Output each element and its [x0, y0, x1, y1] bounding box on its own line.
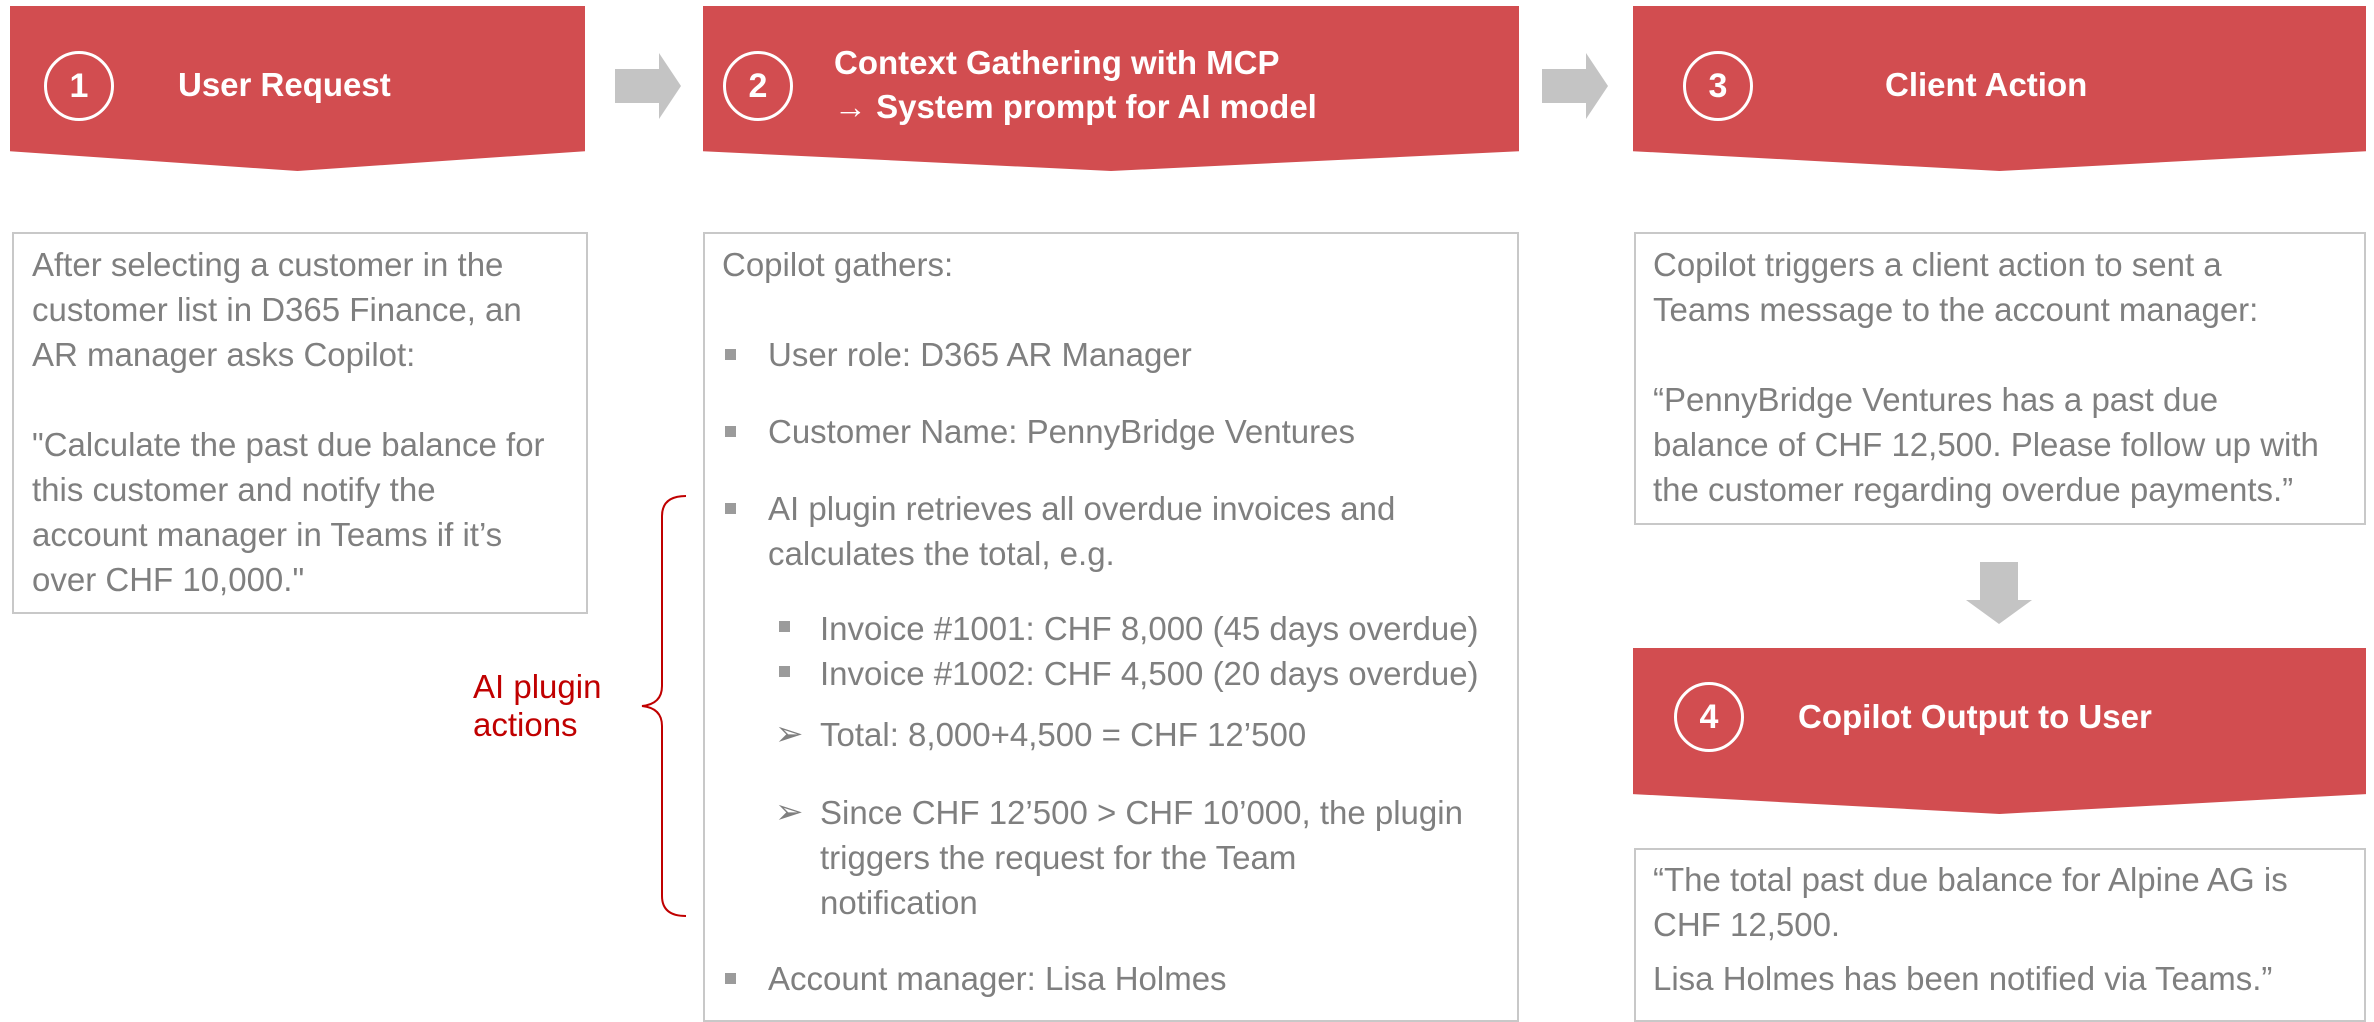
step-1-line: account manager in Teams if it’s [32, 516, 503, 553]
step-4-line: Lisa Holmes has been notified via Teams.… [1653, 960, 2273, 997]
step-2-intro: Copilot gathers: [722, 246, 954, 283]
bullet-icon [779, 621, 790, 632]
step-3-title: Client Action [1885, 66, 2088, 103]
bullet-icon [779, 666, 790, 677]
step-1-line: this customer and notify the [32, 471, 436, 508]
step-3-line: the customer regarding overdue payments.… [1653, 471, 2294, 508]
arrow-bullet-icon: ➢ [775, 793, 804, 831]
bullet-icon [725, 426, 736, 437]
step-1-line: After selecting a customer in the [32, 246, 504, 283]
step-2-arrow-item: Since CHF 12’500 > CHF 10’000, the plugi… [820, 794, 1463, 831]
step-2-title-line1: Context Gathering with MCP [834, 44, 1280, 81]
bullet-icon [725, 973, 736, 984]
step-2-bullet-cont: calculates the total, e.g. [768, 535, 1115, 572]
step-2-arrow-item-cont: notification [820, 884, 978, 921]
bullet-icon [725, 503, 736, 514]
step-1-line: customer list in D365 Finance, an [32, 291, 522, 328]
step-2-banner: 2 Context Gathering with MCP → System pr… [703, 6, 1519, 171]
step-4-number: 4 [1674, 682, 1744, 752]
ai-plugin-actions-label-line2: actions [473, 706, 578, 743]
flow-arrow-1-2 [615, 53, 681, 119]
step-1-number: 1 [44, 51, 114, 121]
step-4-title: Copilot Output to User [1798, 698, 2152, 735]
step-1-line: AR manager asks Copilot: [32, 336, 416, 373]
arrow-bullet-icon: ➢ [775, 715, 804, 753]
step-4-line: “The total past due balance for Alpine A… [1653, 861, 2288, 898]
step-2-last-bullet: Account manager: Lisa Holmes [768, 960, 1227, 997]
step-2-title-line2: → System prompt for AI model [834, 88, 1317, 125]
bullet-icon [725, 349, 736, 360]
brace-icon [641, 495, 687, 917]
step-2-number: 2 [723, 51, 793, 121]
flow-arrow-2-3 [1542, 53, 1608, 119]
step-2-bullet: AI plugin retrieves all overdue invoices… [768, 490, 1396, 527]
flow-arrow-3-4 [1966, 562, 2032, 624]
step-3-line: Copilot triggers a client action to sent… [1653, 246, 2222, 283]
step-3-line: balance of CHF 12,500. Please follow up … [1653, 426, 2319, 463]
step-3-banner: 3 Client Action [1633, 6, 2366, 171]
step-3-line: “PennyBridge Ventures has a past due [1653, 381, 2219, 418]
step-4-banner: 4 Copilot Output to User [1633, 648, 2366, 814]
step-1-banner: 1 User Request [10, 6, 585, 171]
step-2-sub-bullet: Invoice #1001: CHF 8,000 (45 days overdu… [820, 610, 1479, 647]
step-2-bullet: User role: D365 AR Manager [768, 336, 1192, 373]
step-1-title: User Request [178, 66, 391, 103]
step-3-number: 3 [1683, 51, 1753, 121]
step-1-line: "Calculate the past due balance for [32, 426, 545, 463]
step-3-line: Teams message to the account manager: [1653, 291, 2259, 328]
step-2-bullet: Customer Name: PennyBridge Ventures [768, 413, 1355, 450]
ai-plugin-actions-label-line1: AI plugin [473, 668, 602, 705]
step-2-sub-bullet: Invoice #1002: CHF 4,500 (20 days overdu… [820, 655, 1479, 692]
step-2-arrow-item: Total: 8,000+4,500 = CHF 12’500 [820, 716, 1307, 753]
step-2-arrow-item-cont: triggers the request for the Team [820, 839, 1297, 876]
step-4-line: CHF 12,500. [1653, 906, 1841, 943]
step-1-line: over CHF 10,000." [32, 561, 305, 598]
